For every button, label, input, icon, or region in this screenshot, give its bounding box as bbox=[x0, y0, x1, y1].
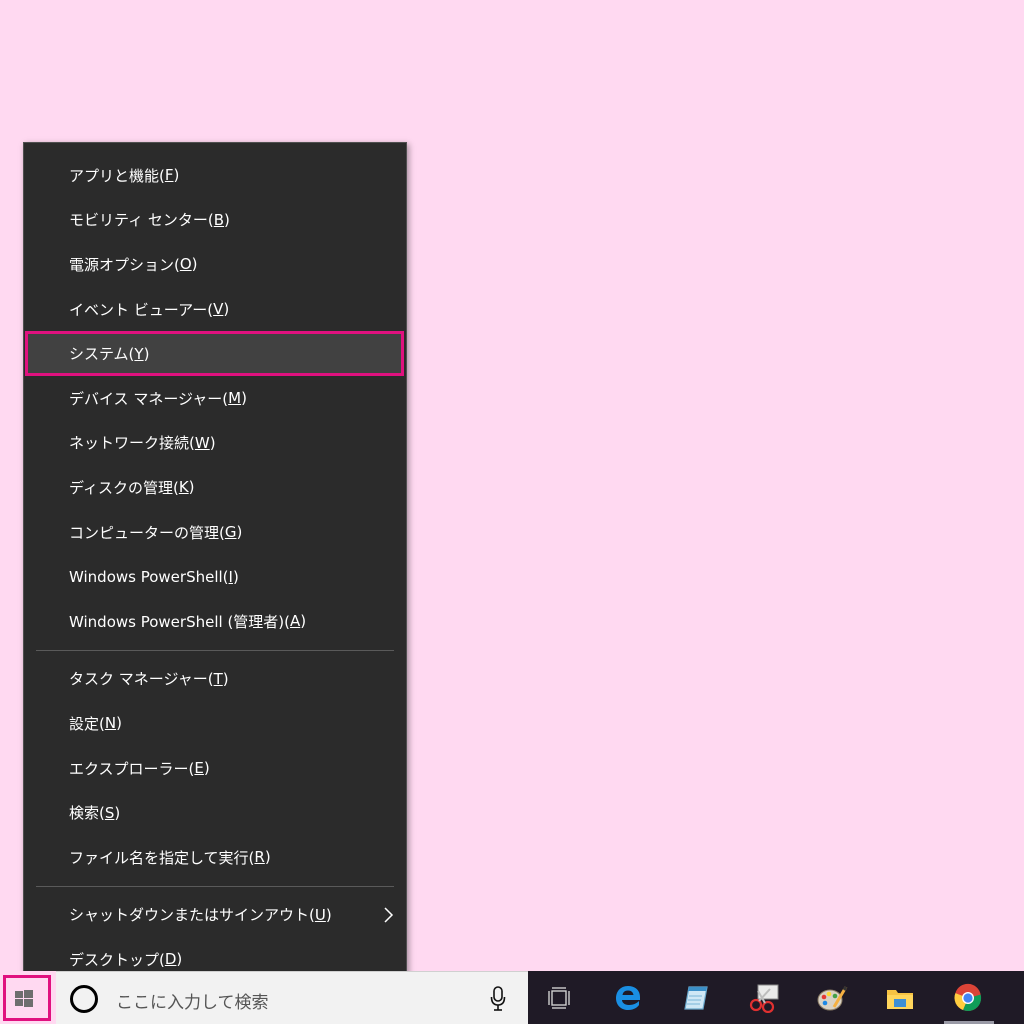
menu-item-search[interactable]: 検索(S) bbox=[24, 790, 406, 835]
menu-separator bbox=[36, 649, 394, 651]
menu-item-task-manager[interactable]: タスク マネージャー(T) bbox=[24, 657, 406, 702]
menu-item-device-manager[interactable]: デバイス マネージャー(M) bbox=[24, 376, 406, 421]
cortana-icon[interactable] bbox=[70, 985, 98, 1013]
microphone-icon[interactable] bbox=[490, 986, 506, 1012]
chevron-right-icon bbox=[384, 907, 394, 923]
menu-item-apps-features[interactable]: アプリと機能(F) bbox=[24, 153, 406, 198]
snipping-tool-icon[interactable] bbox=[747, 981, 781, 1015]
menu-item-shutdown-signout[interactable]: シャットダウンまたはサインアウト(U) bbox=[24, 893, 406, 938]
menu-item-disk-management[interactable]: ディスクの管理(K) bbox=[24, 465, 406, 510]
menu-separator bbox=[36, 885, 394, 887]
start-button[interactable] bbox=[0, 971, 56, 1024]
notepad-icon[interactable] bbox=[679, 981, 713, 1015]
menu-item-explorer[interactable]: エクスプローラー(E) bbox=[24, 746, 406, 791]
edge-browser-icon[interactable] bbox=[611, 981, 645, 1015]
menu-item-powershell-admin[interactable]: Windows PowerShell (管理者)(A) bbox=[24, 599, 406, 644]
file-explorer-icon[interactable] bbox=[883, 981, 917, 1015]
taskbar: ここに入力して検索 bbox=[0, 971, 1024, 1024]
menu-item-powershell[interactable]: Windows PowerShell(I) bbox=[24, 554, 406, 599]
windows-logo-icon bbox=[15, 990, 33, 1007]
menu-item-mobility-center[interactable]: モビリティ センター(B) bbox=[24, 198, 406, 243]
menu-item-settings[interactable]: 設定(N) bbox=[24, 701, 406, 746]
paint-icon[interactable] bbox=[815, 981, 849, 1015]
menu-item-network-connections[interactable]: ネットワーク接続(W) bbox=[24, 421, 406, 466]
menu-item-event-viewer[interactable]: イベント ビューアー(V) bbox=[24, 287, 406, 332]
menu-item-computer-management[interactable]: コンピューターの管理(G) bbox=[24, 510, 406, 555]
search-placeholder: ここに入力して検索 bbox=[116, 993, 269, 1013]
menu-item-run[interactable]: ファイル名を指定して実行(R) bbox=[24, 835, 406, 880]
chrome-icon[interactable] bbox=[951, 981, 985, 1015]
menu-item-system[interactable]: システム(Y) bbox=[25, 331, 404, 376]
task-view-icon[interactable] bbox=[543, 981, 577, 1015]
menu-item-power-options[interactable]: 電源オプション(O) bbox=[24, 242, 406, 287]
winx-menu: アプリと機能(F) モビリティ センター(B) 電源オプション(O) イベント … bbox=[23, 142, 407, 990]
search-box[interactable]: ここに入力して検索 bbox=[56, 971, 528, 1024]
